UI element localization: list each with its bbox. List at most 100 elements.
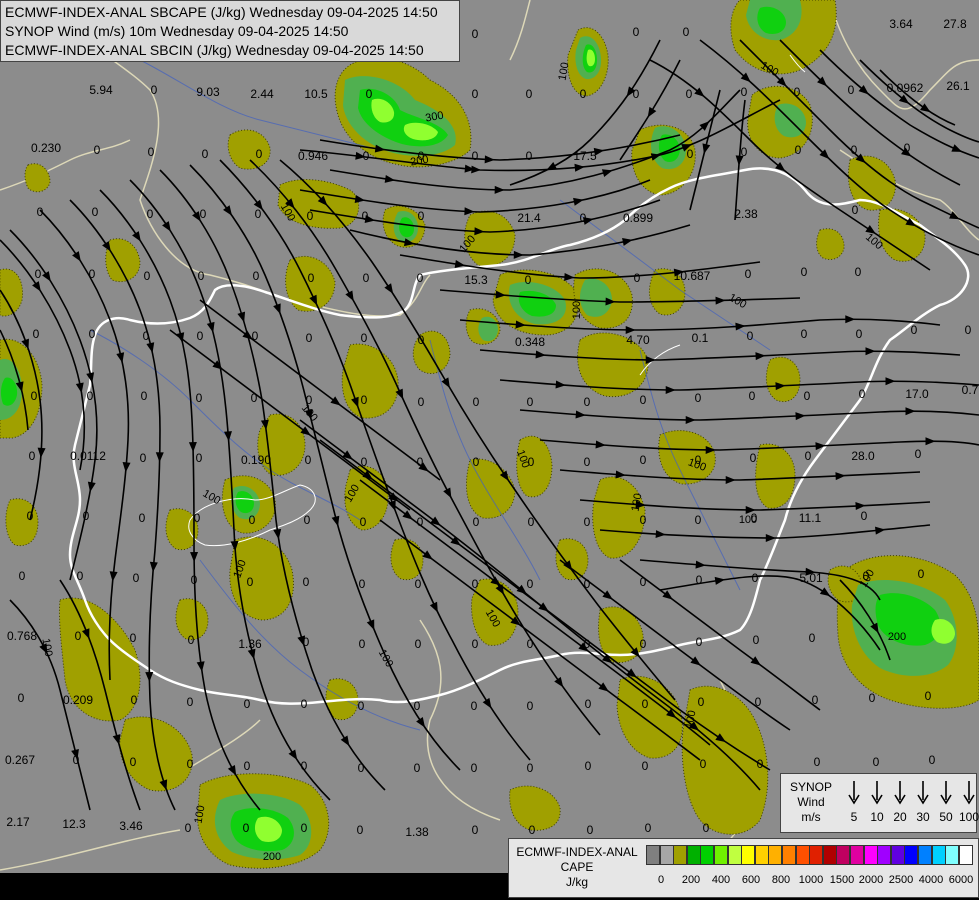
cape-color-swatch <box>836 845 851 865</box>
cin-value-label: 0 <box>415 637 422 651</box>
cin-value-label: 0 <box>417 271 424 285</box>
cin-value-label: 0 <box>197 329 204 343</box>
cin-value-label: 0.7 <box>962 383 979 397</box>
cape-legend-tick: 1500 <box>829 874 855 886</box>
cin-value-label: 0 <box>360 515 367 529</box>
cin-value-label: 0 <box>703 821 710 835</box>
cin-value-label: 0 <box>640 575 647 589</box>
cin-value-label: 0 <box>747 329 754 343</box>
cin-value-label: 0 <box>307 209 314 223</box>
cin-value-label: 0 <box>472 637 479 651</box>
cin-value-label: 0 <box>472 577 479 591</box>
cin-value-label: 0 <box>187 695 194 709</box>
cin-value-label: 0 <box>925 689 932 703</box>
cin-value-label: 0 <box>584 455 591 469</box>
cin-value-label: 0 <box>527 699 534 713</box>
cin-value-label: 0 <box>584 395 591 409</box>
wind-legend-title: SYNOP Wind m/s <box>785 780 837 825</box>
down-arrow-icon <box>867 778 887 806</box>
cin-value-label: 0 <box>587 823 594 837</box>
cin-value-label: 0 <box>357 823 364 837</box>
cin-value-label: 0 <box>529 823 536 837</box>
cin-value-label: 0 <box>814 755 821 769</box>
wind-legend-title-line: Wind <box>797 795 825 809</box>
cin-value-label: 11.1 <box>799 511 822 525</box>
cin-value-label: 0 <box>414 761 421 775</box>
cin-value-label: 0 <box>527 577 534 591</box>
cape-legend-title-line: CAPE <box>560 860 594 874</box>
title-line-cin: ECMWF-INDEX-ANAL SBCIN (J/kg) Wednesday … <box>5 42 424 58</box>
cin-value-label: 0 <box>700 757 707 771</box>
wind-legend-value: 5 <box>850 810 858 824</box>
cin-value-label: 0 <box>141 389 148 403</box>
cin-value-label: 0 <box>144 269 151 283</box>
cin-value-label: 0 <box>473 395 480 409</box>
cin-value-label: 0 <box>695 391 702 405</box>
cape-contour-label: 200 <box>263 851 281 863</box>
cin-value-label: 0 <box>527 761 534 775</box>
cape-color-swatch <box>931 845 946 865</box>
cin-value-label: 0.230 <box>31 141 61 155</box>
cin-value-label: 0 <box>686 87 693 101</box>
cape-color-swatch <box>945 845 960 865</box>
cin-value-label: 0 <box>698 695 705 709</box>
cin-value-label: 2.44 <box>250 87 274 101</box>
cin-value-label: 0.348 <box>515 335 545 349</box>
cin-value-label: 0 <box>89 267 96 281</box>
cin-value-label: 0 <box>526 87 533 101</box>
cin-value-label: 5.01 <box>799 571 823 585</box>
cin-value-label: 0 <box>202 147 209 161</box>
cin-value-label: 9.03 <box>196 85 220 99</box>
title-box: ECMWF-INDEX-ANAL SBCAPE (J/kg) Wednesday… <box>0 0 460 62</box>
cin-value-label: 0 <box>418 209 425 223</box>
cape-legend-tick: 6000 <box>948 874 974 886</box>
cin-value-label: 0 <box>362 209 369 223</box>
cin-value-label: 0 <box>473 515 480 529</box>
down-arrow-icon <box>936 778 956 806</box>
cin-value-label: 0 <box>73 753 80 767</box>
cape-color-swatch <box>918 845 932 865</box>
cin-value-label: 0 <box>29 449 36 463</box>
cape-legend-tick: 600 <box>741 874 761 886</box>
cin-value-label: 0 <box>301 759 308 773</box>
cin-value-label: 0 <box>130 631 137 645</box>
cin-value-label: 0 <box>89 327 96 341</box>
cin-value-label: 0 <box>200 207 207 221</box>
cin-value-label: 0 <box>256 147 263 161</box>
cin-value-label: 0 <box>472 27 479 41</box>
cin-value-label: 0 <box>965 323 972 337</box>
cape-legend-tick: 0 <box>657 874 665 886</box>
cin-value-label: 0 <box>243 821 250 835</box>
cin-value-label: 0.0962 <box>887 81 924 95</box>
cin-value-label: 0 <box>255 207 262 221</box>
cin-value-label: 0 <box>855 265 862 279</box>
cape-color-swatch <box>741 845 756 865</box>
cin-value-label: 0 <box>196 391 203 405</box>
cin-value-label: 0 <box>75 629 82 643</box>
cape-color-swatch <box>686 845 701 865</box>
cape-legend-tick: 200 <box>681 874 701 886</box>
cin-value-label: 0 <box>191 573 198 587</box>
cape-color-swatch <box>890 845 905 865</box>
cin-value-label: 0 <box>753 633 760 647</box>
cin-value-label: 0 <box>31 389 38 403</box>
wind-legend: SYNOP Wind m/s 5 10 20 30 50 100 <box>780 773 979 833</box>
cin-value-label: 1.36 <box>238 637 262 651</box>
cin-value-label: 0 <box>801 327 808 341</box>
cape-legend-tick: 400 <box>711 874 731 886</box>
cin-value-label: 0 <box>918 567 925 581</box>
cin-value-label: 0 <box>471 761 478 775</box>
cin-value-label: 3.46 <box>119 819 143 833</box>
cin-value-label: 0 <box>755 695 762 709</box>
cin-value-label: 0 <box>915 447 922 461</box>
cape-color-swatch <box>782 845 796 865</box>
cin-value-label: 0 <box>749 389 756 403</box>
cape-legend-tick: 1000 <box>798 874 824 886</box>
wind-legend-title-line: m/s <box>801 810 821 824</box>
cape-contour-label: 100 <box>571 301 583 319</box>
cin-value-label: 0 <box>37 205 44 219</box>
cin-value-label: 0 <box>472 87 479 101</box>
weather-map: 0 0 0 0 0 0 3.64 27.8 5.94 0 9.03 2.44 10.5 0 0 0 0 0 0 0 0 0… <box>0 0 979 900</box>
cin-value-label: 0 <box>366 87 373 101</box>
cape-legend-tick: 2000 <box>858 874 884 886</box>
